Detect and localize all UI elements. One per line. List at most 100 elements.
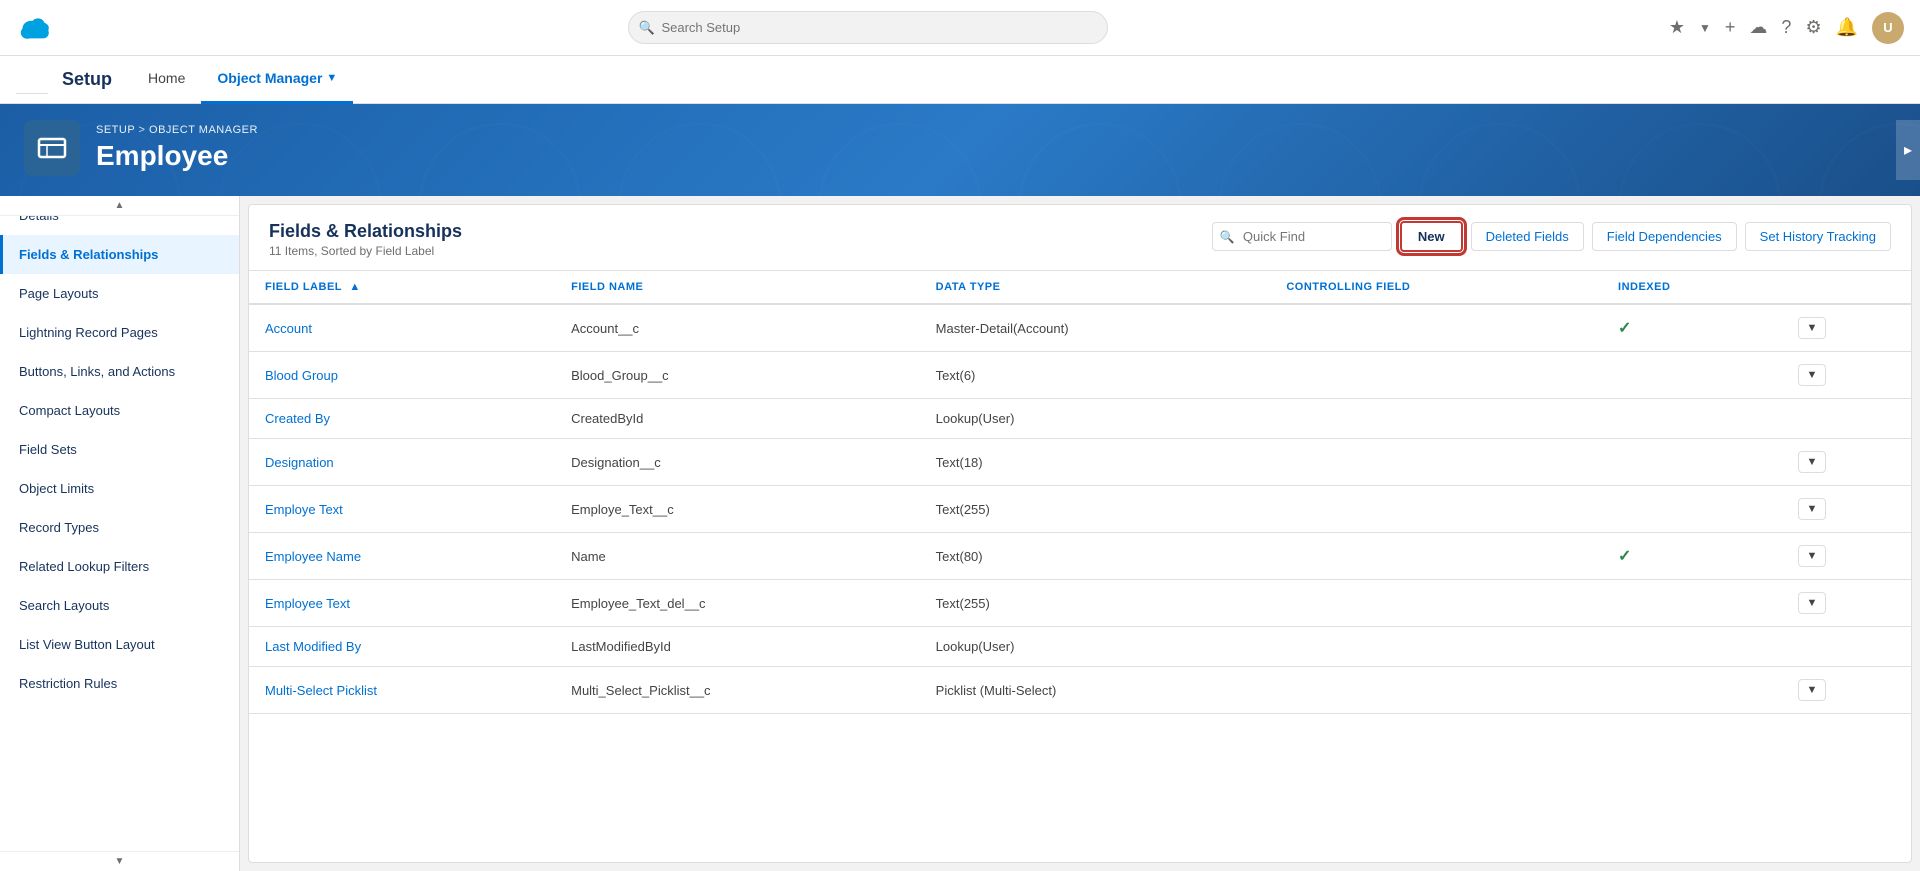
breadcrumb-object-manager-link[interactable]: OBJECT MANAGER: [149, 124, 258, 136]
object-icon: [24, 120, 80, 176]
table-body: AccountAccount__cMaster-Detail(Account)✓…: [249, 304, 1911, 714]
cell-data-type: Lookup(User): [920, 627, 1271, 667]
tab-home[interactable]: Home: [132, 56, 201, 104]
table-row: Last Modified By LastModifiedByIdLookup(U…: [249, 627, 1911, 667]
tab-object-manager[interactable]: Object Manager ▼: [201, 56, 353, 104]
quick-find-icon: 🔍: [1220, 230, 1235, 244]
col-field-label[interactable]: FIELD LABEL ▲: [249, 271, 555, 304]
content-title-area: Fields & Relationships 11 Items, Sorted …: [269, 221, 462, 258]
field-label-link[interactable]: Created By: [265, 411, 330, 426]
user-avatar[interactable]: U: [1872, 12, 1904, 44]
notifications-icon[interactable]: 🔔: [1836, 17, 1858, 38]
field-dependencies-button[interactable]: Field Dependencies: [1592, 222, 1737, 251]
cell-controlling-field: [1270, 533, 1602, 580]
cell-field-label: Multi-Select Picklist: [249, 667, 555, 714]
cell-field-name: CreatedById: [555, 399, 920, 439]
help-icon[interactable]: ?: [1781, 17, 1791, 38]
object-manager-dropdown-icon: ▼: [326, 72, 337, 84]
cell-field-name: Employe_Text__c: [555, 486, 920, 533]
row-action-dropdown-button[interactable]: ▼: [1798, 592, 1827, 614]
banner-collapse-button[interactable]: ▸: [1896, 120, 1920, 180]
banner-text-area: SETUP > OBJECT MANAGER Employee: [96, 124, 258, 172]
sidebar-scroll-down[interactable]: ▼: [0, 851, 239, 871]
row-action-dropdown-button[interactable]: ▼: [1798, 451, 1827, 473]
field-label-link[interactable]: Designation: [265, 455, 334, 470]
sidebar-item-page-layouts[interactable]: Page Layouts: [0, 274, 239, 313]
field-label-link[interactable]: Employee Name: [265, 549, 361, 564]
row-action-dropdown-button[interactable]: ▼: [1798, 498, 1827, 520]
settings-icon[interactable]: ⚙: [1805, 17, 1821, 38]
cell-data-type: Picklist (Multi-Select): [920, 667, 1271, 714]
cell-controlling-field: [1270, 580, 1602, 627]
table-row: Created ByCreatedByIdLookup(User): [249, 399, 1911, 439]
fields-table-container: FIELD LABEL ▲ FIELD NAME DATA TYPE CONTR…: [249, 271, 1911, 862]
sidebar-item-related-lookup-filters[interactable]: Related Lookup Filters: [0, 547, 239, 586]
field-label-link[interactable]: Employee Text: [265, 596, 350, 611]
cell-field-name: Employee_Text_del__c: [555, 580, 920, 627]
sidebar-item-compact-layouts[interactable]: Compact Layouts: [0, 391, 239, 430]
cell-data-type: Text(255): [920, 486, 1271, 533]
row-action-dropdown-button[interactable]: ▼: [1798, 364, 1827, 386]
cell-indexed: [1602, 399, 1781, 439]
sidebar-item-search-layouts[interactable]: Search Layouts: [0, 586, 239, 625]
breadcrumb-setup-link[interactable]: SETUP: [96, 124, 135, 136]
sidebar-item-fields---relationships[interactable]: Fields & Relationships: [0, 235, 239, 274]
fields-table: FIELD LABEL ▲ FIELD NAME DATA TYPE CONTR…: [249, 271, 1911, 714]
sidebar-scroll-up[interactable]: ▲: [0, 196, 239, 216]
sidebar-item-record-types[interactable]: Record Types: [0, 508, 239, 547]
field-label-link[interactable]: Blood Group: [265, 368, 338, 383]
sidebar-item-field-sets[interactable]: Field Sets: [0, 430, 239, 469]
cell-row-actions: [1782, 399, 1912, 439]
cell-row-actions: [1782, 627, 1912, 667]
cell-row-actions: ▼: [1782, 667, 1912, 714]
content-actions: 🔍 New Deleted Fields Field Dependencies …: [1212, 221, 1891, 252]
cell-indexed: [1602, 667, 1781, 714]
table-header: FIELD LABEL ▲ FIELD NAME DATA TYPE CONTR…: [249, 271, 1911, 304]
new-button[interactable]: New: [1400, 221, 1463, 252]
table-row: Employee TextEmployee_Text_del__cText(25…: [249, 580, 1911, 627]
quick-find-input[interactable]: [1212, 222, 1392, 251]
cell-field-label: Employee Name: [249, 533, 555, 580]
section-subtitle: 11 Items, Sorted by Field Label: [269, 244, 462, 258]
row-action-dropdown-button[interactable]: ▼: [1798, 679, 1827, 701]
sort-field-label-icon: ▲: [349, 281, 360, 293]
sidebar-item-restriction-rules[interactable]: Restriction Rules: [0, 664, 239, 703]
col-field-name: FIELD NAME: [555, 271, 920, 304]
cell-indexed: [1602, 486, 1781, 533]
cell-indexed: ✓: [1602, 304, 1781, 352]
content-panel: Fields & Relationships 11 Items, Sorted …: [248, 204, 1912, 863]
favorites-star-icon[interactable]: ★: [1669, 17, 1685, 38]
cell-data-type: Text(18): [920, 439, 1271, 486]
field-label-link[interactable]: Multi-Select Picklist: [265, 683, 377, 698]
cell-indexed: [1602, 352, 1781, 399]
cell-controlling-field: [1270, 304, 1602, 352]
field-label-link[interactable]: Last Modified By: [265, 639, 361, 654]
set-history-tracking-button[interactable]: Set History Tracking: [1745, 222, 1891, 251]
favorites-dropdown-icon[interactable]: ▼: [1699, 21, 1711, 35]
success-cloud-icon[interactable]: ☁: [1749, 17, 1767, 38]
content-header: Fields & Relationships 11 Items, Sorted …: [249, 205, 1911, 271]
cell-row-actions: ▼: [1782, 486, 1912, 533]
row-action-dropdown-button[interactable]: ▼: [1798, 317, 1827, 339]
sidebar-item-list-view-button-layout[interactable]: List View Button Layout: [0, 625, 239, 664]
cell-field-name: LastModifiedById: [555, 627, 920, 667]
top-nav-right-icons: ★ ▼ + ☁ ? ⚙ 🔔 U: [1669, 12, 1904, 44]
cell-field-label: Blood Group: [249, 352, 555, 399]
deleted-fields-button[interactable]: Deleted Fields: [1471, 222, 1584, 251]
field-label-link[interactable]: Account: [265, 321, 312, 336]
cell-field-label: Last Modified By: [249, 627, 555, 667]
page-title: Employee: [96, 140, 258, 172]
global-search-input[interactable]: [628, 11, 1108, 44]
field-label-link[interactable]: Employe Text: [265, 502, 343, 517]
salesforce-logo[interactable]: [16, 8, 56, 48]
add-icon[interactable]: +: [1725, 17, 1736, 38]
cell-field-name: Account__c: [555, 304, 920, 352]
table-row: Employe Text Employe_Text__cText(255) ▼: [249, 486, 1911, 533]
sidebar-item-buttons--links--and-actions[interactable]: Buttons, Links, and Actions: [0, 352, 239, 391]
sidebar-item-lightning-record-pages[interactable]: Lightning Record Pages: [0, 313, 239, 352]
row-action-dropdown-button[interactable]: ▼: [1798, 545, 1827, 567]
cell-indexed: [1602, 627, 1781, 667]
section-title: Fields & Relationships: [269, 221, 462, 242]
sidebar-item-object-limits[interactable]: Object Limits: [0, 469, 239, 508]
app-launcher-icon[interactable]: [16, 66, 48, 94]
